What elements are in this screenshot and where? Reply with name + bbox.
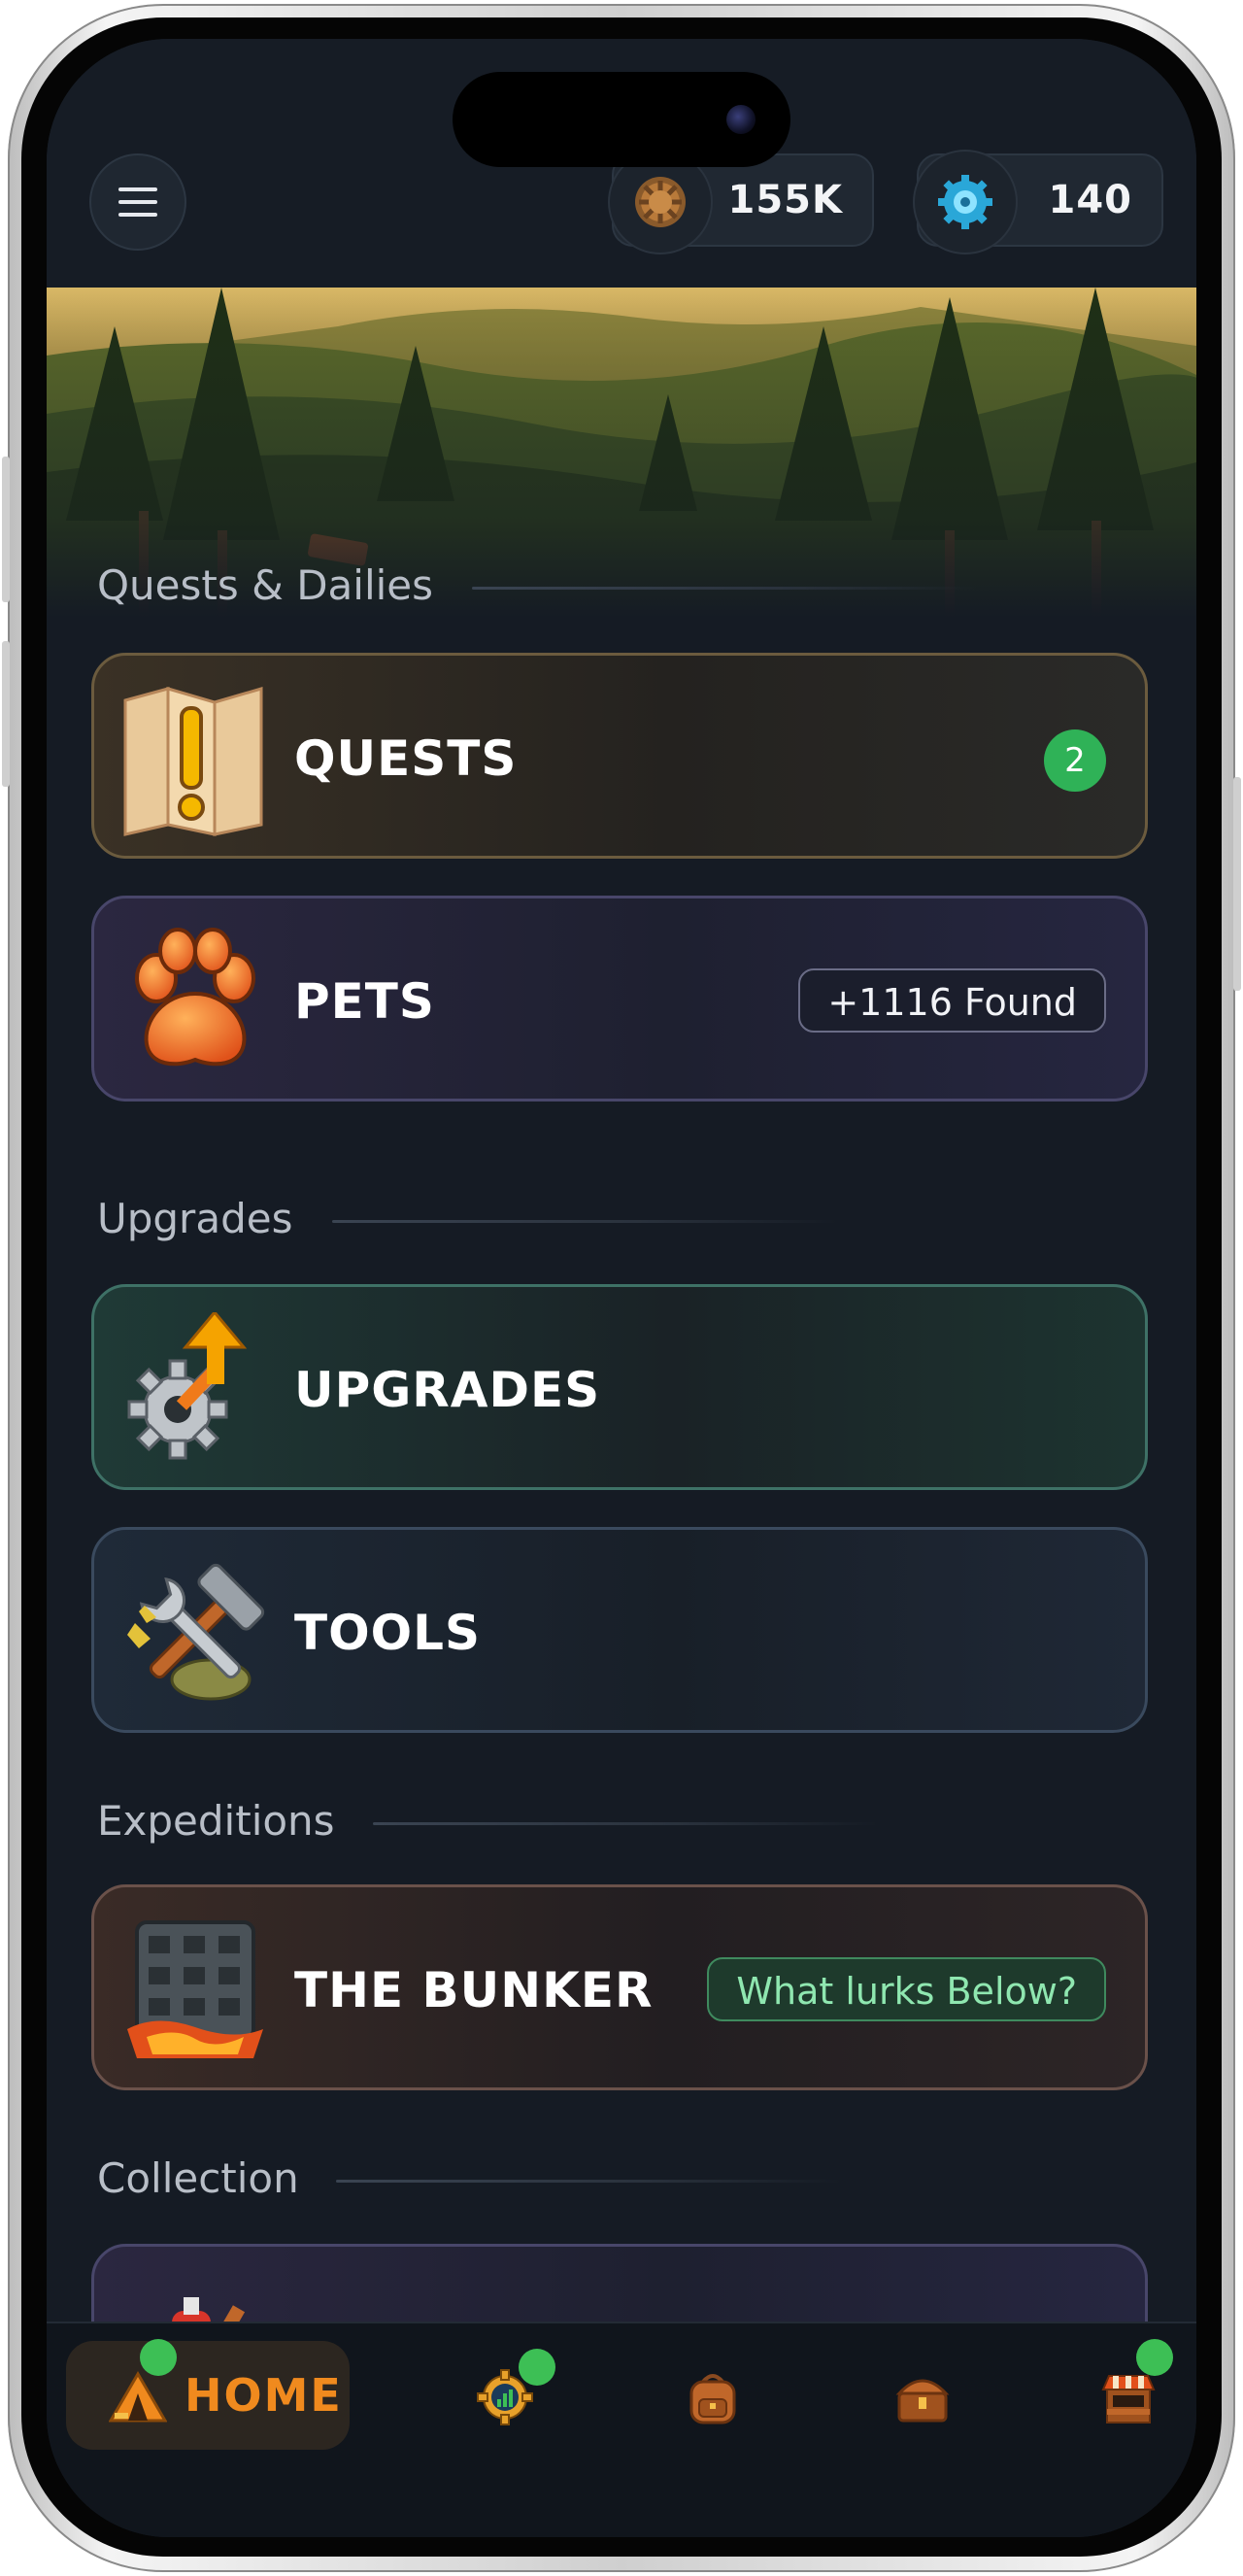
section-divider	[332, 1220, 837, 1223]
section-title-quests-dailies: Quests & Dailies	[97, 561, 434, 609]
blue-gem-gear-icon	[913, 150, 1018, 254]
quests-count-badge: 2	[1044, 729, 1106, 792]
gears-amount: 155K	[727, 178, 843, 222]
bottom-nav: HOME	[47, 2322, 1196, 2537]
menu-button[interactable]	[89, 153, 186, 251]
section-divider	[336, 2180, 841, 2183]
quests-label: QUESTS	[294, 730, 518, 787]
nav-shop[interactable]	[1070, 2339, 1187, 2450]
treasure-chest-icon	[893, 2368, 952, 2426]
nav-home-label: HOME	[185, 2369, 343, 2422]
pets-label: PETS	[294, 973, 435, 1030]
nav-chests[interactable]	[864, 2341, 981, 2450]
section-title-expeditions: Expeditions	[97, 1797, 335, 1845]
side-button-left-2	[2, 641, 10, 787]
notification-dot	[1136, 2339, 1173, 2376]
upgrades-label: UPGRADES	[294, 1362, 601, 1418]
shop-stall-icon	[1099, 2368, 1158, 2426]
bunker-card[interactable]: THE BUNKER What lurks Below?	[91, 1884, 1148, 2090]
section-divider	[373, 1822, 878, 1825]
hammer-wrench-tools-icon	[118, 1555, 273, 1711]
nav-inventory[interactable]	[655, 2341, 771, 2450]
section-title-collection: Collection	[97, 2154, 299, 2202]
gear-upgrade-arrow-icon	[118, 1309, 273, 1468]
app-screen: 155K 140 Quests & Dailies QUESTS 2 PETS …	[47, 39, 1196, 2537]
gems-amount: 140	[1048, 178, 1132, 222]
side-button-right	[1233, 777, 1241, 991]
nav-stats[interactable]	[447, 2341, 563, 2450]
camp-tent-icon	[108, 2370, 168, 2424]
currency-gems[interactable]: 140	[913, 150, 1163, 254]
pets-card[interactable]: PETS +1116 Found	[91, 896, 1148, 1102]
tools-card[interactable]: TOOLS	[91, 1527, 1148, 1733]
bunker-label: THE BUNKER	[294, 1962, 654, 2018]
quests-card[interactable]: QUESTS 2	[91, 653, 1148, 859]
section-title-upgrades: Upgrades	[97, 1195, 293, 1242]
hamburger-menu-icon	[118, 187, 157, 217]
side-button-left	[2, 457, 10, 602]
section-divider	[472, 587, 977, 590]
pets-found-badge: +1116 Found	[798, 968, 1106, 1033]
tools-label: TOOLS	[294, 1605, 481, 1661]
notification-dot	[519, 2349, 555, 2386]
bunker-icon	[118, 1913, 273, 2068]
upgrades-card[interactable]: UPGRADES	[91, 1284, 1148, 1490]
currency-gears[interactable]: 155K	[608, 150, 874, 254]
front-camera	[726, 105, 756, 134]
bunker-tagline-badge: What lurks Below?	[707, 1957, 1106, 2021]
paw-icon	[118, 924, 273, 1079]
nav-home[interactable]: HOME	[66, 2339, 350, 2450]
notification-dot	[140, 2339, 177, 2376]
backpack-icon	[684, 2368, 742, 2426]
dynamic-island	[453, 72, 790, 167]
quest-map-icon	[118, 681, 273, 836]
